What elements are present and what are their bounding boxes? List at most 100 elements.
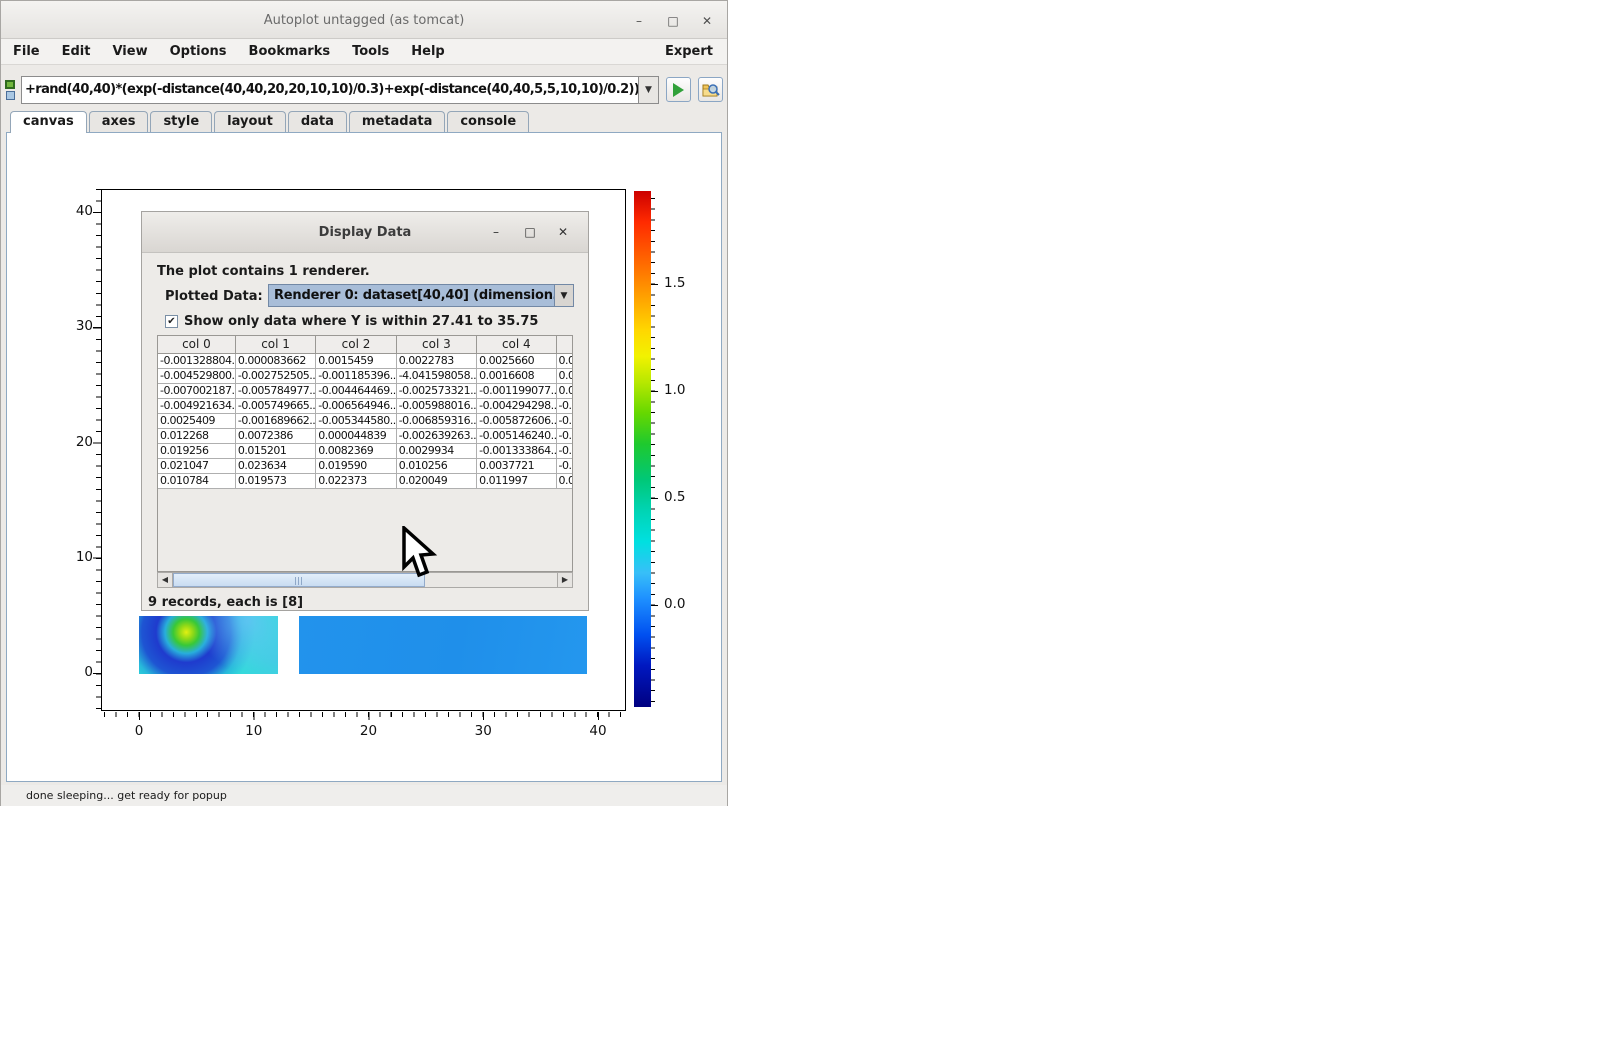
tab-layout[interactable]: layout xyxy=(214,111,286,132)
table-cell[interactable]: -0.001185396... xyxy=(316,368,396,383)
table-cell[interactable]: 0.0022783 xyxy=(396,353,476,368)
menu-file[interactable]: File xyxy=(13,44,51,59)
data-table-scrollpane: col 0col 1col 2col 3col 4 -0.001328804..… xyxy=(157,335,573,572)
table-cell[interactable]: 0.012268 xyxy=(158,428,235,443)
table-cell[interactable]: 0.0025660 xyxy=(477,353,556,368)
go-button[interactable] xyxy=(666,77,691,102)
table-cell[interactable]: -0.001328804... xyxy=(158,353,235,368)
table-cell[interactable]: -4.041598058... xyxy=(396,368,476,383)
filter-checkbox[interactable]: ✔ xyxy=(165,315,178,328)
table-cell[interactable]: 0.0025409 xyxy=(158,413,235,428)
column-header[interactable]: col 4 xyxy=(477,336,556,353)
table-cell[interactable]: 0.00 xyxy=(556,353,573,368)
scroll-left-icon[interactable]: ◀ xyxy=(158,573,173,587)
tab-metadata[interactable]: metadata xyxy=(349,111,445,132)
dialog-maximize-icon[interactable]: □ xyxy=(522,225,538,239)
table-cell[interactable]: -0.001333864... xyxy=(477,443,556,458)
table-cell[interactable]: 0.0072386 xyxy=(235,428,315,443)
tab-axes[interactable]: axes xyxy=(89,111,149,132)
table-cell[interactable]: -0.002573321... xyxy=(396,383,476,398)
plotted-data-combobox[interactable]: Renderer 0: dataset[40,40] (dimension… ▼ xyxy=(268,284,574,307)
tab-style[interactable]: style xyxy=(150,111,212,132)
table-cell[interactable]: 0.0029934 xyxy=(396,443,476,458)
minimize-icon[interactable]: – xyxy=(631,14,647,28)
table-row: -0.004921634...-0.005749665...-0.0065649… xyxy=(158,398,573,413)
table-cell[interactable]: -0.005146240... xyxy=(477,428,556,443)
table-cell[interactable]: -0.0 xyxy=(556,443,573,458)
table-cell[interactable]: -0.007002187... xyxy=(158,383,235,398)
table-cell[interactable]: -0.005749665... xyxy=(235,398,315,413)
table-cell[interactable]: -0.005988016... xyxy=(396,398,476,413)
table-cell[interactable]: 0.019573 xyxy=(235,473,315,488)
table-cell[interactable]: -0.0 xyxy=(556,413,573,428)
renderer-count-text: The plot contains 1 renderer. xyxy=(157,264,370,279)
menu-options[interactable]: Options xyxy=(159,44,238,59)
maximize-icon[interactable]: □ xyxy=(665,14,681,28)
table-cell[interactable]: -0.001689662... xyxy=(235,413,315,428)
colorbar[interactable] xyxy=(634,191,651,707)
table-cell[interactable]: 0.019256 xyxy=(158,443,235,458)
table-cell[interactable]: -0.005344580... xyxy=(316,413,396,428)
table-cell[interactable]: -0.001199077... xyxy=(477,383,556,398)
table-cell[interactable]: 0.011997 xyxy=(477,473,556,488)
scrollbar-thumb[interactable] xyxy=(173,573,425,587)
table-cell[interactable]: -0.004921634... xyxy=(158,398,235,413)
menu-edit[interactable]: Edit xyxy=(51,44,102,59)
dialog-titlebar[interactable]: Display Data – □ ✕ xyxy=(142,212,588,253)
column-header[interactable]: col 2 xyxy=(316,336,396,353)
table-cell[interactable]: -0.002639263... xyxy=(396,428,476,443)
column-header[interactable]: col 3 xyxy=(396,336,476,353)
menu-bookmarks[interactable]: Bookmarks xyxy=(238,44,342,59)
table-cell[interactable]: 0.00 xyxy=(556,383,573,398)
column-header[interactable]: col 0 xyxy=(158,336,235,353)
column-header[interactable]: col 1 xyxy=(235,336,315,353)
table-cell[interactable]: -0.005872606... xyxy=(477,413,556,428)
table-cell[interactable]: 0.000044839 xyxy=(316,428,396,443)
window-titlebar[interactable]: Autoplot untagged (as tomcat) – □ ✕ xyxy=(1,1,727,39)
table-cell[interactable]: -0.004529800... xyxy=(158,368,235,383)
table-cell[interactable]: -0.004464469... xyxy=(316,383,396,398)
dialog-minimize-icon[interactable]: – xyxy=(488,225,504,239)
table-cell[interactable]: 0.00 xyxy=(556,368,573,383)
uri-input[interactable]: +rand(40,40)*(exp(-distance(40,40,20,20,… xyxy=(21,76,639,104)
table-cell[interactable]: 0.0016608 xyxy=(477,368,556,383)
table-cell[interactable]: -0.006564946... xyxy=(316,398,396,413)
inspect-uri-button[interactable] xyxy=(698,77,723,102)
tab-console[interactable]: console xyxy=(447,111,529,132)
table-cell[interactable]: -0.0 xyxy=(556,458,573,473)
table-cell[interactable]: 0.000083662 xyxy=(235,353,315,368)
status-message: done sleeping... get ready for popup xyxy=(26,789,227,802)
scroll-right-icon[interactable]: ▶ xyxy=(557,573,572,587)
menu-tools[interactable]: Tools xyxy=(341,44,400,59)
table-cell[interactable]: 0.010784 xyxy=(158,473,235,488)
table-cell[interactable]: 0.0037721 xyxy=(477,458,556,473)
table-row: 0.0210470.0236340.0195900.0102560.003772… xyxy=(158,458,573,473)
table-cell[interactable]: 0.023634 xyxy=(235,458,315,473)
tick-label: 10 xyxy=(234,723,274,739)
table-cell[interactable]: -0.004294298... xyxy=(477,398,556,413)
uri-dropdown-button[interactable]: ▼ xyxy=(639,76,659,104)
table-cell[interactable]: 0.021047 xyxy=(158,458,235,473)
table-cell[interactable]: 0.010256 xyxy=(396,458,476,473)
close-icon[interactable]: ✕ xyxy=(699,14,715,28)
menu-view[interactable]: View xyxy=(101,44,158,59)
menu-help[interactable]: Help xyxy=(400,44,455,59)
table-cell[interactable]: 0.00 xyxy=(556,473,573,488)
table-cell[interactable]: 0.0015459 xyxy=(316,353,396,368)
tab-data[interactable]: data xyxy=(288,111,347,132)
table-cell[interactable]: -0.0 xyxy=(556,398,573,413)
table-cell[interactable]: 0.019590 xyxy=(316,458,396,473)
table-cell[interactable]: -0.005784977... xyxy=(235,383,315,398)
table-cell[interactable]: 0.022373 xyxy=(316,473,396,488)
dialog-close-icon[interactable]: ✕ xyxy=(555,225,571,239)
table-cell[interactable]: 0.015201 xyxy=(235,443,315,458)
table-cell[interactable]: 0.020049 xyxy=(396,473,476,488)
tab-canvas[interactable]: canvas xyxy=(10,111,87,133)
horizontal-scrollbar[interactable]: ◀ ▶ xyxy=(157,572,573,588)
table-cell[interactable]: 0.0082369 xyxy=(316,443,396,458)
table-cell[interactable]: -0.006859316... xyxy=(396,413,476,428)
table-cell[interactable]: -0.002752505... xyxy=(235,368,315,383)
table-cell[interactable]: -0.0 xyxy=(556,428,573,443)
expert-menu[interactable]: Expert xyxy=(665,44,713,59)
column-header[interactable] xyxy=(556,336,573,353)
